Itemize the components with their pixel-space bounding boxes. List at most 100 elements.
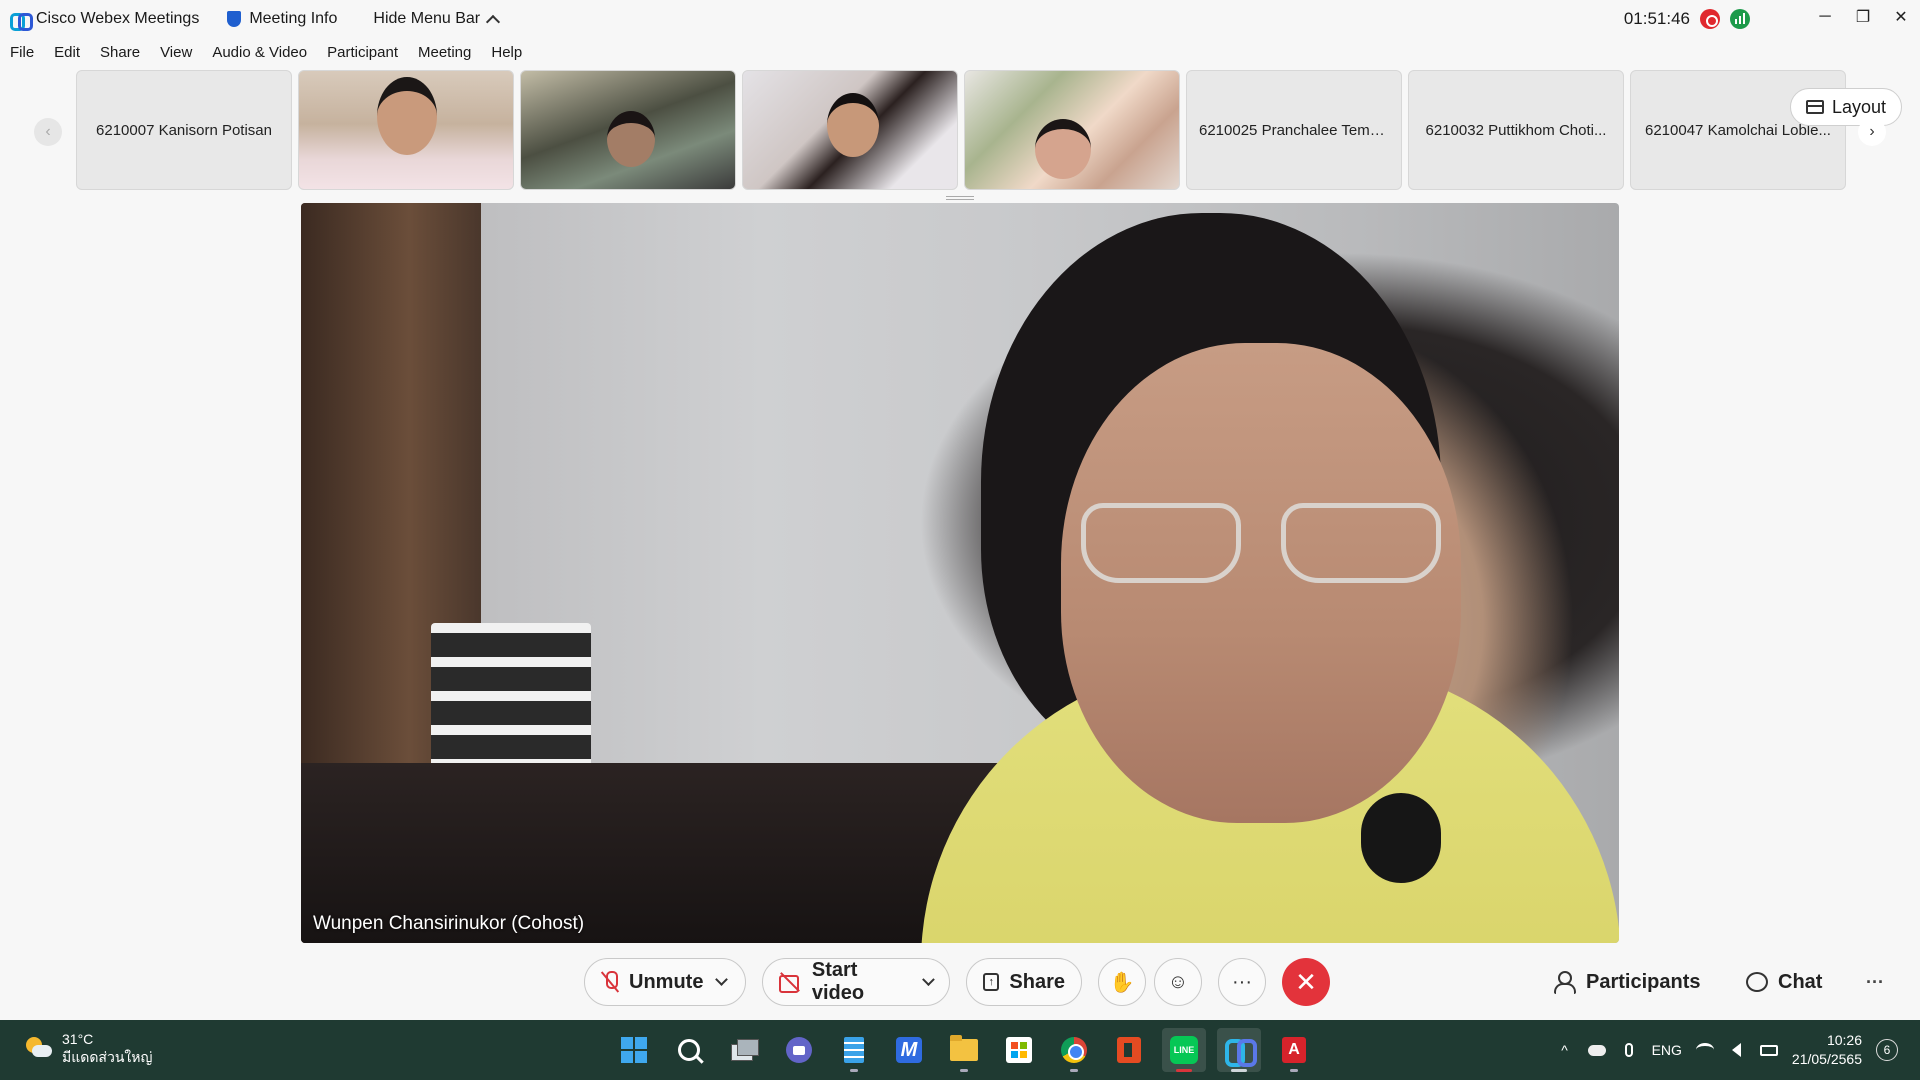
active-speaker-video[interactable]: Wunpen Chansirinukor (Cohost) bbox=[301, 203, 1619, 943]
share-button[interactable]: ↑ Share bbox=[966, 958, 1082, 1006]
minimize-button[interactable]: ─ bbox=[1806, 0, 1844, 34]
speaker-image bbox=[1081, 503, 1461, 593]
taskbar-search-button[interactable] bbox=[667, 1028, 711, 1072]
notification-count-badge[interactable]: 6 bbox=[1876, 1039, 1898, 1061]
participants-button[interactable]: Participants bbox=[1554, 958, 1700, 1006]
microphone-muted-icon bbox=[601, 971, 619, 993]
menu-meeting[interactable]: Meeting bbox=[418, 44, 471, 68]
weather-description: มีแดดส่วนใหญ่ bbox=[62, 1049, 153, 1065]
editor-app-icon: M bbox=[896, 1037, 922, 1063]
participant-tile[interactable]: 6210032 Puttikhom Choti... bbox=[1408, 70, 1624, 190]
windows-logo-icon bbox=[621, 1037, 647, 1063]
layout-label: Layout bbox=[1831, 96, 1887, 117]
notepad-button[interactable] bbox=[832, 1028, 876, 1072]
chrome-button[interactable] bbox=[1052, 1028, 1096, 1072]
menu-edit[interactable]: Edit bbox=[54, 44, 80, 68]
file-explorer-button[interactable] bbox=[942, 1028, 986, 1072]
onedrive-icon[interactable] bbox=[1587, 1041, 1606, 1059]
menu-help[interactable]: Help bbox=[491, 44, 522, 68]
menu-file[interactable]: File bbox=[10, 44, 34, 68]
layout-button[interactable]: Layout bbox=[1790, 88, 1902, 126]
filmstrip-prev-button[interactable]: ‹ bbox=[34, 118, 62, 146]
recording-icon[interactable] bbox=[1700, 9, 1720, 29]
filmstrip-resize-handle[interactable] bbox=[946, 196, 974, 200]
speaker-name-label: Wunpen Chansirinukor (Cohost) bbox=[313, 913, 585, 934]
participant-video-tile[interactable] bbox=[964, 70, 1180, 190]
show-hidden-icons-button[interactable]: ^ bbox=[1556, 1041, 1574, 1059]
webex-icon bbox=[1225, 1037, 1257, 1067]
meeting-info-button[interactable]: Meeting Info bbox=[227, 10, 337, 28]
chat-icon bbox=[1746, 972, 1768, 992]
start-button[interactable] bbox=[612, 1028, 656, 1072]
end-meeting-button[interactable]: ✕ bbox=[1282, 958, 1330, 1006]
weather-temperature: 31°C bbox=[62, 1031, 94, 1047]
taskbar-apps: M LINE A bbox=[612, 1028, 1316, 1072]
reactions-button[interactable]: ☺ bbox=[1154, 958, 1202, 1006]
close-window-button[interactable]: ✕ bbox=[1882, 0, 1920, 34]
microsoft-store-button[interactable] bbox=[997, 1028, 1041, 1072]
clock-date[interactable]: 10:26 21/05/2565 bbox=[1792, 1031, 1862, 1069]
running-indicator bbox=[850, 1069, 858, 1072]
microphone-icon[interactable] bbox=[1620, 1041, 1638, 1059]
acrobat-button[interactable]: A bbox=[1272, 1028, 1316, 1072]
input-language[interactable]: ENG bbox=[1652, 1042, 1682, 1058]
shield-icon bbox=[227, 11, 242, 27]
partly-sunny-icon bbox=[26, 1037, 52, 1059]
share-label: Share bbox=[1009, 970, 1065, 993]
webex-app-button[interactable] bbox=[1217, 1028, 1261, 1072]
running-indicator bbox=[1290, 1069, 1298, 1072]
menu-participant[interactable]: Participant bbox=[327, 44, 398, 68]
restore-button[interactable]: ❐ bbox=[1844, 0, 1882, 34]
webex-logo-icon bbox=[10, 12, 33, 31]
store-icon bbox=[1006, 1037, 1032, 1063]
folder-icon bbox=[950, 1035, 978, 1061]
participant-name: 6210025 Pranchalee Tems... bbox=[1199, 121, 1389, 139]
teams-chat-icon bbox=[786, 1037, 812, 1063]
teams-chat-button[interactable] bbox=[777, 1028, 821, 1072]
chevron-down-icon[interactable] bbox=[715, 973, 729, 986]
overflow-menu-button[interactable]: ··· bbox=[1866, 958, 1884, 1006]
more-options-button[interactable]: ··· bbox=[1218, 958, 1266, 1006]
meeting-timer: 01:51:46 bbox=[1623, 9, 1690, 28]
menu-view[interactable]: View bbox=[160, 44, 192, 68]
network-stats-icon[interactable] bbox=[1730, 9, 1750, 29]
editor-app-button[interactable]: M bbox=[887, 1028, 931, 1072]
battery-icon[interactable] bbox=[1759, 1041, 1778, 1059]
meeting-controls: Unmute Start video ↑ Share ✋ ☺ ··· ✕ Par… bbox=[0, 952, 1920, 1012]
participant-name: 6210032 Puttikhom Choti... bbox=[1425, 121, 1607, 139]
hide-menu-bar-button[interactable]: Hide Menu Bar bbox=[373, 10, 501, 30]
meeting-status: 01:51:46 bbox=[1624, 0, 1750, 38]
layout-icon bbox=[1805, 100, 1824, 114]
chevron-up-icon bbox=[486, 14, 501, 30]
menu-share[interactable]: Share bbox=[100, 44, 140, 68]
start-video-button[interactable]: Start video bbox=[762, 958, 950, 1006]
chrome-icon bbox=[1061, 1037, 1087, 1063]
running-indicator bbox=[1231, 1069, 1247, 1072]
menu-bar: File Edit Share View Audio & Video Parti… bbox=[0, 44, 532, 68]
task-view-button[interactable] bbox=[722, 1028, 766, 1072]
share-screen-icon: ↑ bbox=[983, 973, 1000, 991]
participant-filmstrip: ‹ 6210007 Kanisorn Potisan 6210025 Pranc… bbox=[0, 70, 1920, 192]
wifi-icon[interactable] bbox=[1695, 1041, 1714, 1059]
participant-tile[interactable]: 6210025 Pranchalee Tems... bbox=[1186, 70, 1402, 190]
participant-tile[interactable]: 6210007 Kanisorn Potisan bbox=[76, 70, 292, 190]
weather-widget[interactable]: 31°C มีแดดส่วนใหญ่ bbox=[26, 1030, 152, 1066]
participant-video-tile[interactable] bbox=[742, 70, 958, 190]
participant-video-tile[interactable] bbox=[298, 70, 514, 190]
raise-hand-button[interactable]: ✋ bbox=[1098, 958, 1146, 1006]
app-title: Cisco Webex Meetings bbox=[10, 10, 199, 31]
filmstrip-next-button[interactable]: › bbox=[1858, 118, 1886, 146]
participants-icon bbox=[1554, 971, 1576, 994]
running-indicator bbox=[960, 1069, 968, 1072]
unmute-button[interactable]: Unmute bbox=[584, 958, 746, 1006]
unmute-label: Unmute bbox=[629, 970, 704, 993]
office-button[interactable] bbox=[1107, 1028, 1151, 1072]
volume-icon[interactable] bbox=[1728, 1041, 1746, 1059]
line-app-button[interactable]: LINE bbox=[1162, 1028, 1206, 1072]
chat-button[interactable]: Chat bbox=[1746, 958, 1822, 1006]
chevron-down-icon[interactable] bbox=[922, 973, 935, 986]
menu-audio-video[interactable]: Audio & Video bbox=[212, 44, 307, 68]
participant-name: 6210007 Kanisorn Potisan bbox=[96, 121, 272, 139]
meeting-info-label: Meeting Info bbox=[249, 10, 338, 27]
participant-video-tile[interactable] bbox=[520, 70, 736, 190]
